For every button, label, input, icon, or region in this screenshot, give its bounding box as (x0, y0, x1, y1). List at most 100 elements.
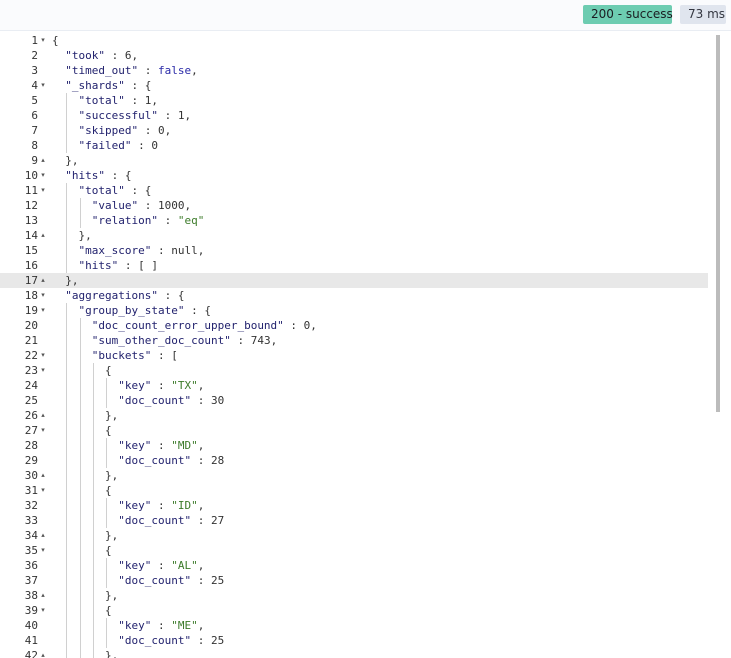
code-line[interactable]: 19 ▾ "group_by_state" : { (0, 303, 708, 318)
code-line[interactable]: 34 ▴ }, (0, 528, 708, 543)
code-text: "key" : "MD", (118, 439, 205, 452)
code-line[interactable]: 9 ▴ }, (0, 153, 708, 168)
code-line[interactable]: 13 "relation" : "eq" (0, 213, 708, 228)
response-editor[interactable]: 1 ▾{2 "took" : 6, 3 "timed_out" : false, 4 ▾… (0, 31, 731, 658)
code-line[interactable]: 5 "total" : 1, (0, 93, 708, 108)
code-text: "took" : 6, (65, 49, 139, 62)
fold-toggle-icon[interactable]: ▾ (39, 603, 47, 618)
line-number: 38 (24, 589, 38, 602)
code-text: }, (52, 229, 92, 242)
code-line[interactable]: 30 ▴ }, (0, 468, 708, 483)
unfold-toggle-icon[interactable]: ▴ (39, 468, 47, 483)
unfold-toggle-icon[interactable]: ▴ (39, 273, 47, 288)
code-line[interactable]: 2 "took" : 6, (0, 48, 708, 63)
code-line[interactable]: 18 ▾ "aggregations" : { (0, 288, 708, 303)
fold-toggle-icon[interactable]: ▾ (39, 483, 47, 498)
fold-toggle-icon[interactable]: ▾ (39, 423, 47, 438)
fold-toggle-icon[interactable]: ▾ (39, 543, 47, 558)
line-number: 12 (24, 199, 38, 212)
fold-toggle-icon[interactable]: ▾ (39, 363, 47, 378)
line-number: 21 (24, 334, 38, 347)
code-text: }, (52, 154, 79, 167)
code-line[interactable]: 20 "doc_count_error_upper_bound" : 0, (0, 318, 708, 333)
code-line[interactable]: 14 ▴ }, (0, 228, 708, 243)
code-line[interactable]: 22 ▾ "buckets" : [ (0, 348, 708, 363)
line-number: 20 (24, 319, 38, 332)
line-number: 13 (24, 214, 38, 227)
code-line[interactable]: 27 ▾ { (0, 423, 708, 438)
line-number: 28 (24, 439, 38, 452)
unfold-toggle-icon[interactable]: ▴ (39, 588, 47, 603)
code-text: }, (52, 649, 119, 658)
line-number: 34 (24, 529, 38, 542)
code-text: "_shards" : { (65, 79, 152, 92)
fold-toggle-icon[interactable]: ▾ (39, 78, 47, 93)
line-number: 1 (31, 34, 38, 47)
indent-guide (106, 438, 108, 468)
code-line[interactable]: 39 ▾ { (0, 603, 708, 618)
indent-guide (106, 618, 108, 648)
line-number: 22 (24, 349, 38, 362)
unfold-toggle-icon[interactable]: ▴ (39, 153, 47, 168)
line-number: 19 (24, 304, 38, 317)
line-number: 32 (24, 499, 38, 512)
code-line[interactable]: 10 ▾ "hits" : { (0, 168, 708, 183)
line-number: 4 (31, 79, 38, 92)
line-number: 10 (24, 169, 38, 182)
code-text: "doc_count" : 25 (118, 634, 225, 647)
line-number: 16 (24, 259, 38, 272)
fold-toggle-icon[interactable]: ▾ (39, 33, 47, 48)
code-text: "buckets" : [ (91, 349, 178, 362)
line-number: 31 (24, 484, 38, 497)
code-line[interactable]: 17 ▴ }, (0, 273, 708, 288)
code-text: "value" : 1000, (91, 199, 192, 212)
fold-toggle-icon[interactable]: ▾ (39, 168, 47, 183)
line-number: 35 (24, 544, 38, 557)
code-text: }, (52, 409, 119, 422)
code-text: { (52, 544, 112, 557)
unfold-toggle-icon[interactable]: ▴ (39, 408, 47, 423)
code-line[interactable]: 1 ▾ { (0, 33, 708, 48)
line-number: 23 (24, 364, 38, 377)
vertical-scrollbar[interactable] (716, 35, 720, 412)
line-number: 2 (31, 49, 38, 62)
code-text: "relation" : "eq" (91, 214, 205, 227)
unfold-toggle-icon[interactable]: ▴ (39, 648, 47, 658)
fold-toggle-icon[interactable]: ▾ (39, 303, 47, 318)
code-text: "key" : "TX", (118, 379, 205, 392)
code-line[interactable]: 4 ▾ "_shards" : { (0, 78, 708, 93)
indent-guide (106, 498, 108, 528)
code-line[interactable]: 42 ▴ }, (0, 648, 708, 658)
fold-toggle-icon[interactable]: ▾ (39, 183, 47, 198)
code-line[interactable]: 15 "max_score" : null, (0, 243, 708, 258)
code-line[interactable]: 21 "sum_other_doc_count" : 743, (0, 333, 708, 348)
code-line[interactable]: 7 "skipped" : 0, (0, 123, 708, 138)
line-number: 24 (24, 379, 38, 392)
indent-guide (92, 363, 94, 658)
line-number: 14 (24, 229, 38, 242)
code-line[interactable]: 12 "value" : 1000, (0, 198, 708, 213)
code-text: "key" : "AL", (118, 559, 205, 572)
code-text: "group_by_state" : { (78, 304, 211, 317)
code-line[interactable]: 16 "hits" : [ ] (0, 258, 708, 273)
code-line[interactable]: 3 "timed_out" : false, (0, 63, 708, 78)
code-text: "doc_count_error_upper_bound" : 0, (91, 319, 317, 332)
code-line[interactable]: 6 "successful" : 1, (0, 108, 708, 123)
indent-guide (106, 558, 108, 588)
code-line[interactable]: 31 ▾ { (0, 483, 708, 498)
code-line[interactable]: 38 ▴ }, (0, 588, 708, 603)
unfold-toggle-icon[interactable]: ▴ (39, 228, 47, 243)
code-line[interactable]: 11 ▾ "total" : { (0, 183, 708, 198)
code-line[interactable]: 35 ▾ { (0, 543, 708, 558)
code-line[interactable]: 26 ▴ }, (0, 408, 708, 423)
unfold-toggle-icon[interactable]: ▴ (39, 528, 47, 543)
code-text: "skipped" : 0, (78, 124, 172, 137)
code-line[interactable]: 23 ▾ { (0, 363, 708, 378)
code-text: { (52, 424, 112, 437)
line-number: 40 (24, 619, 38, 632)
fold-toggle-icon[interactable]: ▾ (39, 348, 47, 363)
code-text: "doc_count" : 28 (118, 454, 225, 467)
fold-toggle-icon[interactable]: ▾ (39, 288, 47, 303)
code-text: }, (52, 529, 119, 542)
code-line[interactable]: 8 "failed" : 0 (0, 138, 708, 153)
